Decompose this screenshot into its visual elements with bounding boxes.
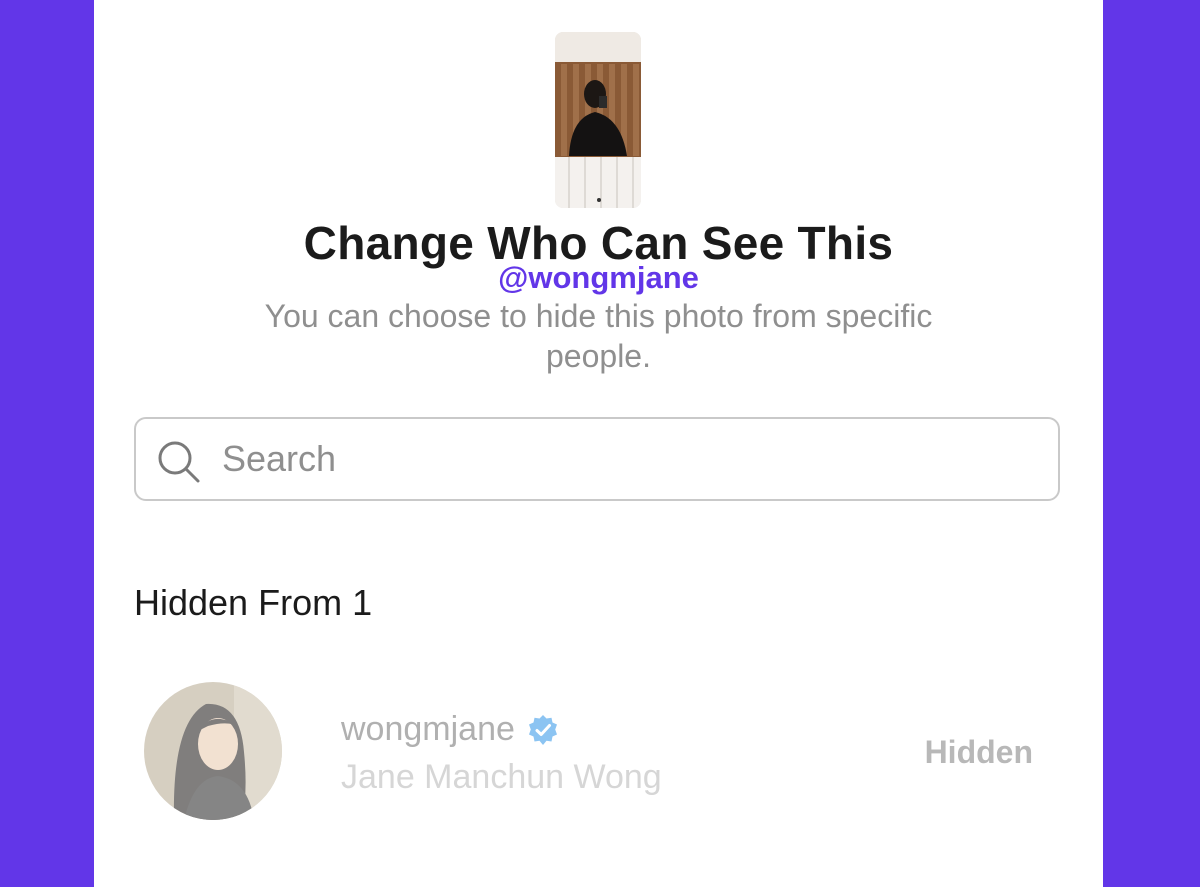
- photo-thumbnail: [555, 32, 641, 208]
- avatar: [144, 682, 282, 820]
- hidden-user-row[interactable]: wongmjane Jane Manchun Wong Hidden: [94, 670, 1103, 830]
- username-line: wongmjane: [341, 710, 559, 749]
- hidden-from-heading: Hidden From 1: [134, 582, 373, 623]
- search-box[interactable]: [134, 417, 1060, 501]
- watermark-handle: @wongmjane: [498, 260, 699, 295]
- user-full-name: Jane Manchun Wong: [341, 758, 662, 796]
- hidden-status-button[interactable]: Hidden: [925, 734, 1033, 771]
- username: wongmjane: [341, 710, 515, 748]
- search-icon: [158, 441, 200, 483]
- search-input[interactable]: [222, 431, 1022, 487]
- page-subtitle: You can choose to hide this photo from s…: [264, 298, 933, 374]
- visibility-sheet: Change Who Can See This @wongmjane You c…: [94, 0, 1103, 887]
- verified-badge-icon: [528, 714, 557, 745]
- app-frame: Change Who Can See This @wongmjane You c…: [0, 0, 1200, 887]
